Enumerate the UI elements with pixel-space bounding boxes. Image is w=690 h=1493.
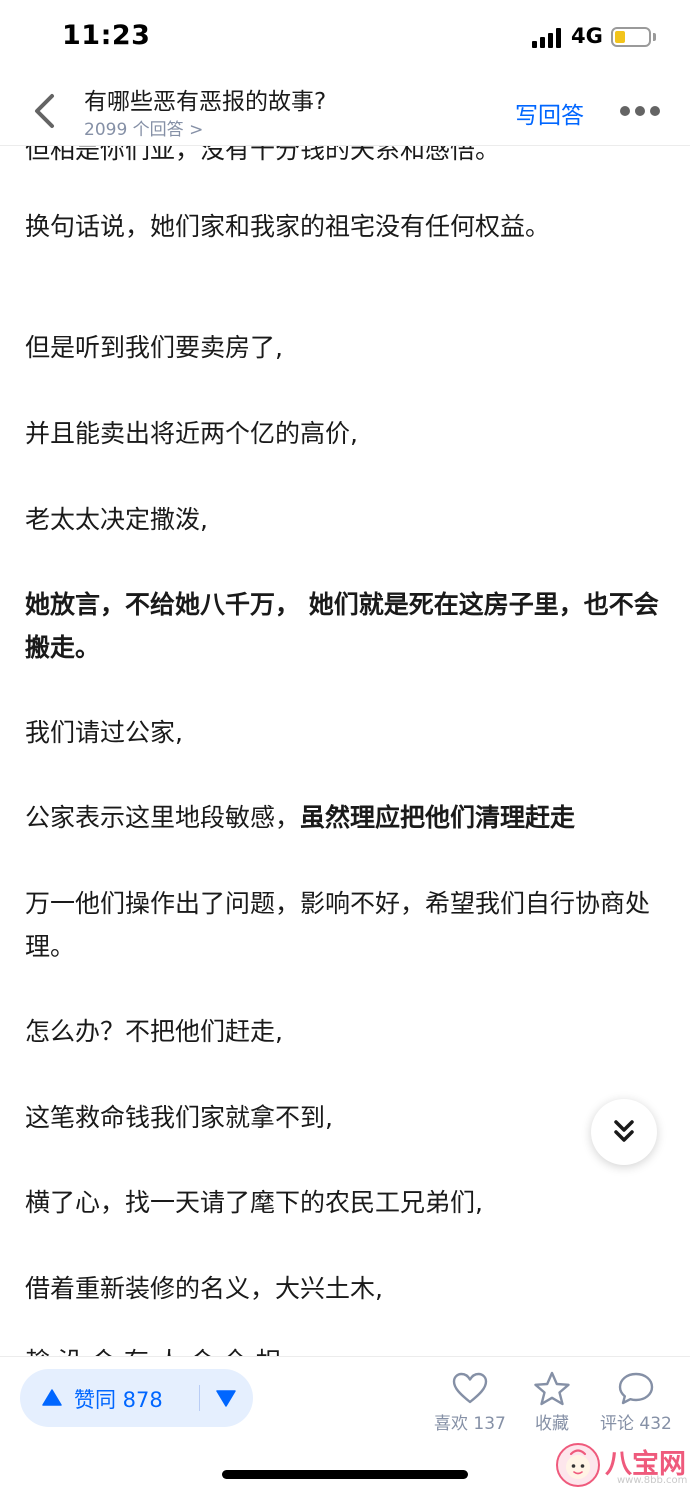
- paragraph: 借着重新装修的名义，大兴土木,: [25, 1274, 383, 1303]
- paragraph-bold: 她放言，不给她八千万， 她们就是死在这房子里，也不会搬走。: [25, 590, 659, 662]
- comment-button[interactable]: 评论 432: [598, 1371, 674, 1441]
- triangle-up-icon: [42, 1389, 62, 1406]
- vote-up-label: 赞同 878: [74, 1388, 163, 1412]
- like-label: 喜欢 137: [434, 1414, 506, 1434]
- battery-icon: [611, 27, 651, 47]
- paragraph: 老太太决定撒泼,: [25, 505, 208, 534]
- paragraph: 我们请过公家,: [25, 718, 183, 747]
- comment-bubble-icon: [618, 1372, 654, 1405]
- paragraph-cut-top: 但相是你们亚，没有十分钱的天系和感悟。: [25, 146, 501, 164]
- comment-label: 评论 432: [600, 1414, 672, 1434]
- favorite-label: 收藏: [535, 1414, 569, 1434]
- paragraph: 换句话说，她们家和我家的祖宅没有任何权益。: [25, 212, 551, 241]
- vote-up-button[interactable]: 赞同 878: [20, 1369, 180, 1427]
- paragraph-bold-part: 虽然理应把他们清理赶走: [300, 803, 576, 832]
- paragraph-normal-part: 公家表示这里地段敏感，: [25, 803, 301, 832]
- paragraph: 这笔救命钱我们家就拿不到,: [25, 1103, 333, 1132]
- star-icon: [534, 1371, 570, 1406]
- question-header: 有哪些恶有恶报的故事? 2099 个回答 > 写回答: [0, 78, 690, 146]
- paragraph-cut-bottom: 趁 没 会 有 人 会 全 相: [25, 1342, 281, 1356]
- answer-content: 但相是你们亚，没有十分钱的天系和感悟。 换句话说，她们家和我家的祖宅没有任何权益…: [0, 146, 690, 1356]
- write-answer-button[interactable]: 写回答: [515, 96, 584, 130]
- chevrons-down-icon: [614, 1120, 634, 1142]
- more-button[interactable]: [620, 106, 660, 118]
- paragraph-mixed: 公家表示这里地段敏感，虽然理应把他们清理赶走: [25, 796, 665, 839]
- status-time: 11:23: [62, 20, 151, 51]
- signal-icon: [532, 28, 564, 48]
- status-bar: 11:23 4G: [0, 0, 690, 78]
- like-button[interactable]: 喜欢 137: [430, 1371, 510, 1441]
- paragraph: 但是听到我们要卖房了,: [25, 333, 283, 362]
- question-title[interactable]: 有哪些恶有恶报的故事?: [84, 82, 326, 116]
- heart-icon: [452, 1372, 488, 1404]
- watermark: 八宝网 www.8bb.com: [555, 1440, 690, 1493]
- paragraph: 并且能卖出将近两个亿的高价,: [25, 419, 358, 448]
- scroll-to-next-button[interactable]: [591, 1099, 657, 1165]
- watermark-logo: [556, 1443, 600, 1487]
- battery-cap: [653, 33, 656, 41]
- answer-count-link[interactable]: 2099 个回答 >: [84, 115, 203, 140]
- vote-down-button[interactable]: [200, 1369, 253, 1427]
- favorite-button[interactable]: 收藏: [528, 1371, 576, 1441]
- paragraph: 万一他们操作出了问题，影响不好，希望我们自行协商处理。: [25, 889, 651, 961]
- chevron-left-icon: [35, 94, 54, 128]
- watermark-url: www.8bb.com: [617, 1475, 688, 1486]
- back-button[interactable]: [26, 88, 66, 134]
- paragraph: 怎么办？不把他们赶走,: [25, 1017, 283, 1046]
- triangle-down-icon: [216, 1390, 236, 1407]
- paragraph: 横了心，找一天请了麾下的农民工兄弟们,: [25, 1188, 483, 1217]
- vote-group: 赞同 878: [20, 1369, 253, 1427]
- home-indicator[interactable]: [222, 1470, 468, 1479]
- network-type: 4G: [571, 24, 603, 48]
- more-dots-icon: [620, 106, 630, 116]
